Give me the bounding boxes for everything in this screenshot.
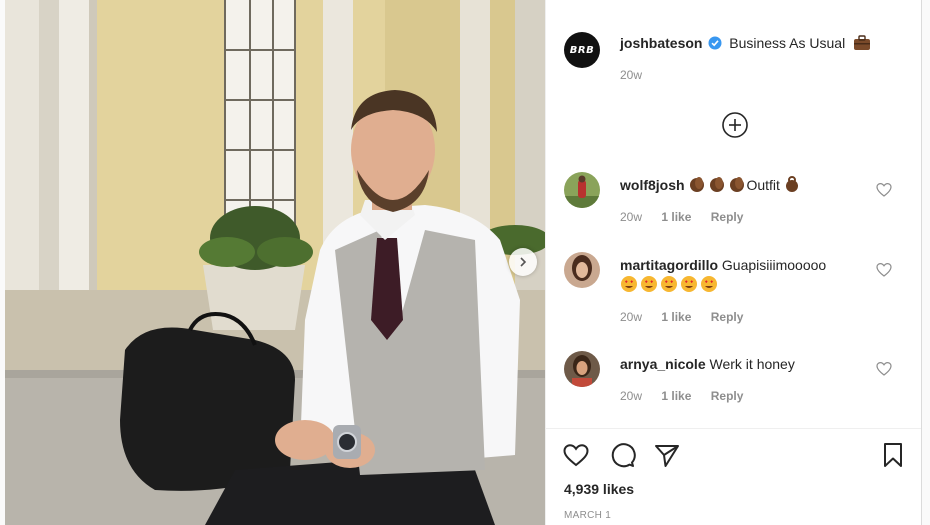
comment-meta: 20w 1 like Reply xyxy=(620,310,759,324)
verified-badge-icon xyxy=(708,36,722,50)
comment-text: Outfit xyxy=(746,177,780,193)
share-icon[interactable] xyxy=(653,441,681,469)
comment-like-heart-icon[interactable] xyxy=(876,361,892,377)
comment-like-heart-icon[interactable] xyxy=(876,262,892,278)
heart-eyes-emoji xyxy=(641,276,657,292)
comment-icon[interactable] xyxy=(608,441,636,469)
caption-text: Business As Usual xyxy=(729,35,846,51)
briefcase-emoji xyxy=(854,35,871,50)
clapping-hands-emoji xyxy=(710,177,725,192)
comment-emoji-group xyxy=(688,175,746,193)
author-avatar[interactable]: BRB xyxy=(564,32,600,68)
comment-time[interactable]: 20w xyxy=(620,389,642,403)
likes-count[interactable]: 4,939 likes xyxy=(564,481,634,497)
actions-divider xyxy=(546,428,921,429)
comment-like-heart-icon[interactable] xyxy=(876,182,892,198)
commenter-avatar[interactable] xyxy=(564,351,600,387)
comment-text: Guapisiiimooooo xyxy=(721,257,827,273)
comment-username[interactable]: arnya_nicole xyxy=(620,356,706,372)
comment-body: arnya_nicole Werk it honey xyxy=(620,354,870,374)
commenter-avatar[interactable] xyxy=(564,252,600,288)
clapping-hands-emoji xyxy=(690,177,705,192)
comment-likes[interactable]: 1 like xyxy=(661,389,691,403)
comment-text: Werk it honey xyxy=(709,356,795,372)
comment-emoji-group xyxy=(620,275,718,293)
bookmark-icon[interactable] xyxy=(879,441,907,469)
ok-hand-emoji xyxy=(785,176,798,192)
post-date[interactable]: MARCH 1 xyxy=(564,510,611,521)
author-username[interactable]: joshbateson xyxy=(620,35,702,51)
comment-time[interactable]: 20w xyxy=(620,210,642,224)
comment-meta: 20w 1 like Reply xyxy=(620,389,759,403)
comment-time[interactable]: 20w xyxy=(620,310,642,324)
heart-eyes-emoji xyxy=(661,276,677,292)
post-photo[interactable] xyxy=(5,0,545,525)
comment-likes[interactable]: 1 like xyxy=(661,210,691,224)
comment-reply-button[interactable]: Reply xyxy=(711,389,744,403)
post-side-panel: BRB joshbateson Business As Usual 20w wo… xyxy=(545,0,922,525)
caption-line: joshbateson Business As Usual xyxy=(620,34,871,52)
heart-eyes-emoji xyxy=(681,276,697,292)
comment-reply-button[interactable]: Reply xyxy=(711,210,744,224)
comment-body: martitagordillo Guapisiiimooooo xyxy=(620,255,870,295)
carousel-next-button[interactable] xyxy=(509,248,537,276)
commenter-avatar[interactable] xyxy=(564,172,600,208)
author-avatar-text: BRB xyxy=(569,44,595,56)
comment-username[interactable]: wolf8josh xyxy=(620,177,685,193)
caption-time: 20w xyxy=(620,68,643,82)
heart-icon[interactable] xyxy=(562,441,590,469)
comment-body: wolf8josh Outfit xyxy=(620,175,870,195)
plus-circle-icon xyxy=(722,112,748,138)
post-image xyxy=(5,0,545,525)
heart-eyes-emoji xyxy=(701,276,717,292)
comment-meta: 20w 1 like Reply xyxy=(620,210,759,224)
comment-likes[interactable]: 1 like xyxy=(661,310,691,324)
comment-reply-button[interactable]: Reply xyxy=(711,310,744,324)
chevron-right-icon xyxy=(520,257,527,267)
load-more-comments-button[interactable] xyxy=(721,111,749,139)
clapping-hands-emoji xyxy=(730,177,745,192)
comment-username[interactable]: martitagordillo xyxy=(620,257,718,273)
heart-eyes-emoji xyxy=(621,276,637,292)
